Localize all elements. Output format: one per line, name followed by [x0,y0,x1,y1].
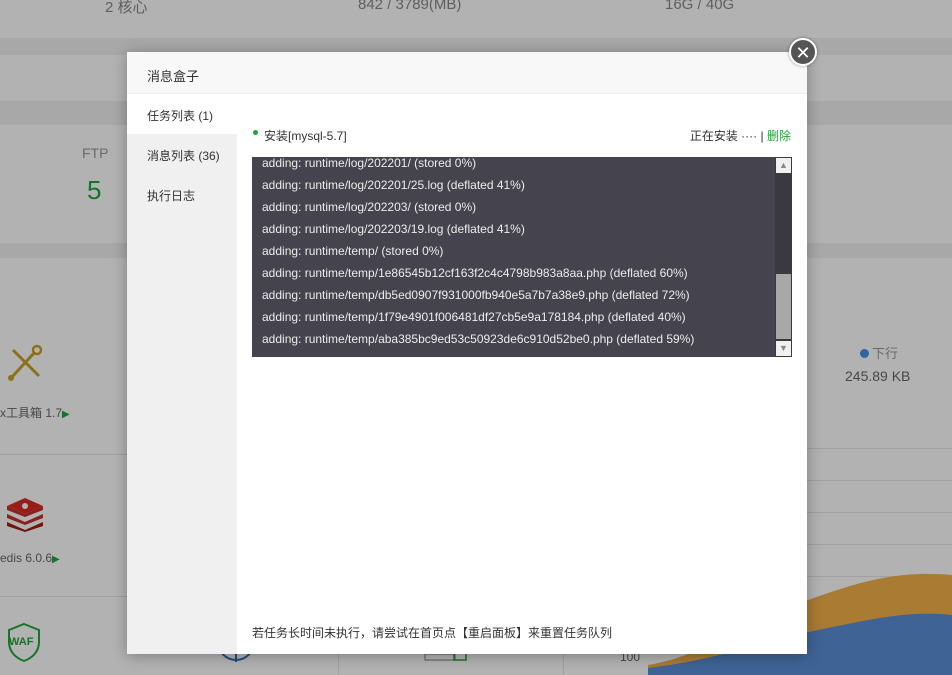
log-line: adding: runtime/log/202201/25.log (defla… [262,178,525,192]
scroll-up-arrow-icon[interactable]: ▲ [776,158,791,173]
status-separator: | [760,129,764,143]
log-line: adding: runtime/temp/1f79e4901f006481df2… [262,310,686,324]
log-scrollbar[interactable]: ▲ ▼ [775,157,792,357]
scroll-thumb[interactable] [776,274,791,339]
close-button[interactable]: ✕ [789,38,817,66]
log-line: adding: runtime/temp/ (stored 0%) [262,244,444,258]
task-list-panel: 安装[mysql-5.7] 正在安装 ···· | 删除 adding: run… [237,94,807,654]
log-lines: adding: runtime/log/202201/ (stored 0%) a… [262,157,694,350]
log-line: adding: runtime/log/202203/ (stored 0%) [262,200,477,214]
task-status-text: 正在安装 ···· [689,129,758,143]
log-line: adding: runtime/temp/1e86545b12cf163f2c4… [262,266,688,280]
dialog-sidebar: 任务列表 (1) 消息列表 (36) 执行日志 [127,94,237,654]
delete-task-link[interactable]: 删除 [767,129,791,143]
log-line: adding: runtime/temp/db5ed0907f931000fb9… [262,288,690,302]
task-name: 安装[mysql-5.7] [264,129,347,143]
log-line: adding: runtime/log/202203/19.log (defla… [262,222,525,236]
dialog-header: 消息盒子 [127,52,807,94]
task-status-dot [253,130,258,135]
task-status: 正在安装 ···· | 删除 [690,127,791,144]
tab-message-list[interactable]: 消息列表 (36) [147,147,220,164]
dialog-title: 消息盒子 [147,69,200,84]
tab-task-list[interactable]: 任务列表 (1) [147,107,213,124]
install-log-console[interactable]: adding: runtime/log/202201/ (stored 0%) a… [252,157,792,357]
scroll-down-arrow-icon[interactable]: ▼ [776,341,791,356]
tab-execution-log[interactable]: 执行日志 [147,187,195,204]
task-queue-tip: 若任务长时间未执行，请尝试在首页点【重启面板】来重置任务队列 [252,626,613,640]
log-line: adding: runtime/temp/aba385bc9ed53c50923… [262,332,695,346]
message-box-dialog: 消息盒子 ✕ 任务列表 (1) 消息列表 (36) 执行日志 安装[mysql-… [127,38,817,654]
log-line: adding: runtime/log/202201/ (stored 0%) [262,157,477,170]
